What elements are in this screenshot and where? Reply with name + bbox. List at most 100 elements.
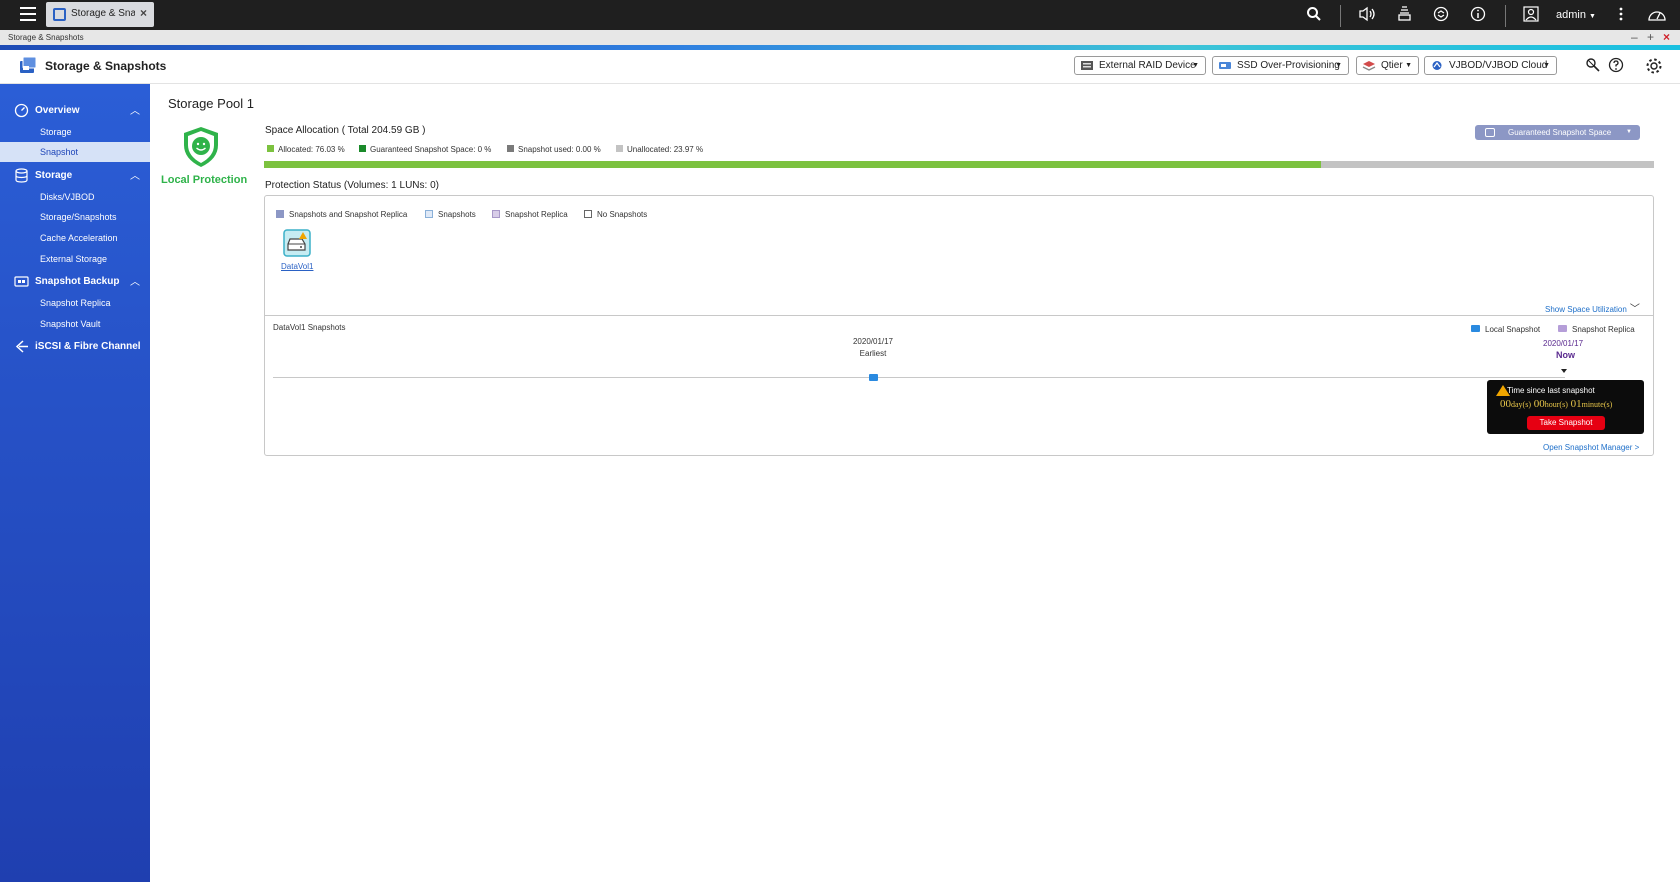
sidebar-group-storage[interactable]: Storage ︿ [0, 165, 150, 187]
system-topbar: Storage & Sna... × admin ▼ [0, 0, 1680, 30]
legend-label: Snapshot Replica [505, 210, 568, 219]
legend-swatch [584, 209, 592, 218]
sidebar-item-snapshot-vault[interactable]: Snapshot Vault [0, 314, 150, 334]
legend-swatch [507, 145, 514, 153]
sync-icon[interactable] [1432, 6, 1450, 24]
menu-icon[interactable] [20, 7, 36, 21]
legend-label: Unallocated: 23.97 % [627, 145, 704, 154]
sidebar-item-storage-overview[interactable]: Storage [0, 122, 150, 142]
help-icon[interactable] [1607, 57, 1625, 75]
now-label: Now [1556, 350, 1575, 360]
gear-icon[interactable] [1645, 57, 1663, 75]
legend-label: Allocated: 76.03 % [278, 145, 345, 154]
tooltip-title: Time since last snapshot [1507, 386, 1595, 395]
minutes-unit: minute(s) [1581, 400, 1613, 409]
chevron-up-icon: ︿ [130, 106, 140, 117]
sidebar-item-snapshot[interactable]: Snapshot [0, 142, 150, 162]
sidebar-item-label: Snapshot Replica [40, 298, 111, 308]
vjbod-cloud-button[interactable]: VJBOD/VJBOD Cloud ▼ [1424, 56, 1557, 75]
panel-divider [265, 315, 1653, 316]
dashboard-icon[interactable] [1647, 6, 1666, 24]
local-snapshot-marker[interactable] [869, 374, 878, 381]
legend-swatch [425, 209, 433, 218]
volume-icon[interactable] [1358, 6, 1376, 24]
app-tab-storage[interactable]: Storage & Sna... × [46, 2, 154, 27]
snapshot-backup-icon [14, 276, 29, 287]
volume-link[interactable]: DataVol1 [281, 262, 313, 271]
ssd-icon [1219, 62, 1231, 69]
info-icon[interactable] [1469, 6, 1487, 24]
user-icon[interactable] [1522, 6, 1540, 24]
sidebar-item-snapshot-replica[interactable]: Snapshot Replica [0, 293, 150, 313]
snapshot-timeline [273, 377, 1565, 378]
legend-snapshot-used: Snapshot used: 0.00 % [507, 145, 601, 154]
maximize-icon[interactable]: + [1647, 31, 1654, 44]
legend-guaranteed: Guaranteed Snapshot Space: 0 % [359, 145, 491, 154]
qtier-label: Qtier [1381, 60, 1403, 71]
storage-snapshots-icon [18, 55, 38, 75]
last-snapshot-tooltip: Time since last snapshot 00day(s) 00hour… [1487, 380, 1644, 434]
legend-swatch [276, 209, 284, 218]
sidebar-item-disks-vjbod[interactable]: Disks/VJBOD [0, 187, 150, 207]
sidebar-group-label: iSCSI & Fibre Channel [35, 341, 141, 352]
snapshot-replica-icon [1558, 325, 1567, 333]
guaranteed-snapshot-space-button[interactable]: Guaranteed Snapshot Space ▼ [1475, 125, 1640, 140]
sidebar-item-storage-snapshots[interactable]: Storage/Snapshots [0, 207, 150, 227]
search-icon[interactable] [1305, 6, 1323, 24]
database-icon [1485, 128, 1495, 137]
sidebar-item-label: External Storage [40, 254, 108, 264]
shield-icon [184, 127, 218, 167]
snapshots-title: DataVol1 Snapshots [273, 323, 346, 332]
chevron-up-icon: ︿ [130, 171, 140, 182]
vjbod-cloud-label: VJBOD/VJBOD Cloud [1449, 60, 1548, 71]
qtier-button[interactable]: Qtier ▼ [1356, 56, 1419, 75]
chevron-up-icon: ︿ [130, 277, 140, 288]
legend-label: Guaranteed Snapshot Space: 0 % [370, 145, 492, 154]
show-space-utilization-label: Show Space Utilization [1545, 305, 1627, 314]
local-snapshot-icon [1471, 325, 1480, 333]
chevron-down-icon: ▼ [1192, 62, 1199, 69]
legend-label: Snapshot used: 0.00 % [518, 145, 601, 154]
protection-status-panel [264, 195, 1654, 456]
hours-value: 00 [1533, 398, 1545, 410]
close-window-icon[interactable]: × [1663, 31, 1670, 44]
sidebar: Overview ︿ Storage Snapshot Storage ︿ Di… [0, 84, 150, 882]
legend-unallocated: Unallocated: 23.97 % [616, 145, 703, 154]
sidebar-group-overview[interactable]: Overview ︿ [0, 100, 150, 122]
close-icon[interactable]: × [140, 6, 147, 20]
chevron-down-icon: ▼ [1589, 13, 1596, 20]
legend-snapshot-replica: Snapshot Replica [492, 209, 568, 219]
take-snapshot-button[interactable]: Take Snapshot [1527, 416, 1605, 430]
more-icon[interactable] [1612, 6, 1630, 24]
sidebar-item-label: Storage/Snapshots [40, 212, 117, 222]
legend-swatch [616, 145, 623, 153]
open-snapshot-manager-link[interactable]: Open Snapshot Manager > [1543, 443, 1639, 452]
sidebar-group-label: Storage [35, 170, 73, 181]
window-title-strip: Storage & Snapshots – + × [0, 30, 1680, 45]
legend-snapshots-and-replica: Snapshots and Snapshot Replica [276, 209, 408, 219]
external-raid-button[interactable]: External RAID Device ▼ [1074, 56, 1206, 75]
tools-icon[interactable] [1584, 57, 1602, 75]
legend-snapshots: Snapshots [425, 209, 476, 219]
iscsi-icon [15, 340, 28, 353]
hours-unit: hour(s) [1544, 400, 1568, 409]
volume-disk-icon[interactable] [283, 229, 311, 257]
show-space-utilization-link[interactable]: Show Space Utilization ﹀ [1545, 300, 1640, 315]
sidebar-item-cache-acceleration[interactable]: Cache Acceleration [0, 228, 150, 248]
sidebar-item-external-storage[interactable]: External Storage [0, 249, 150, 269]
raid-icon [1081, 61, 1093, 70]
sidebar-group-iscsi[interactable]: iSCSI & Fibre Channel [0, 336, 150, 358]
chevron-down-icon: ▼ [1335, 62, 1342, 69]
app-tab-label: Storage & Sna... [71, 8, 135, 19]
ssd-over-provisioning-button[interactable]: SSD Over-Provisioning ▼ [1212, 56, 1349, 75]
legend-label: No Snapshots [597, 210, 648, 219]
page-title: Storage Pool 1 [168, 96, 255, 111]
stack-icon[interactable] [1395, 6, 1413, 24]
user-menu[interactable]: admin ▼ [1556, 9, 1596, 21]
app-title: Storage & Snapshots [45, 59, 167, 73]
legend-allocated: Allocated: 76.03 % [267, 145, 345, 154]
minimize-icon[interactable]: – [1631, 31, 1638, 44]
legend-label: Snapshots and Snapshot Replica [289, 210, 408, 219]
sidebar-item-label: Snapshot Vault [40, 319, 101, 329]
sidebar-group-snapshot-backup[interactable]: Snapshot Backup ︿ [0, 271, 150, 293]
